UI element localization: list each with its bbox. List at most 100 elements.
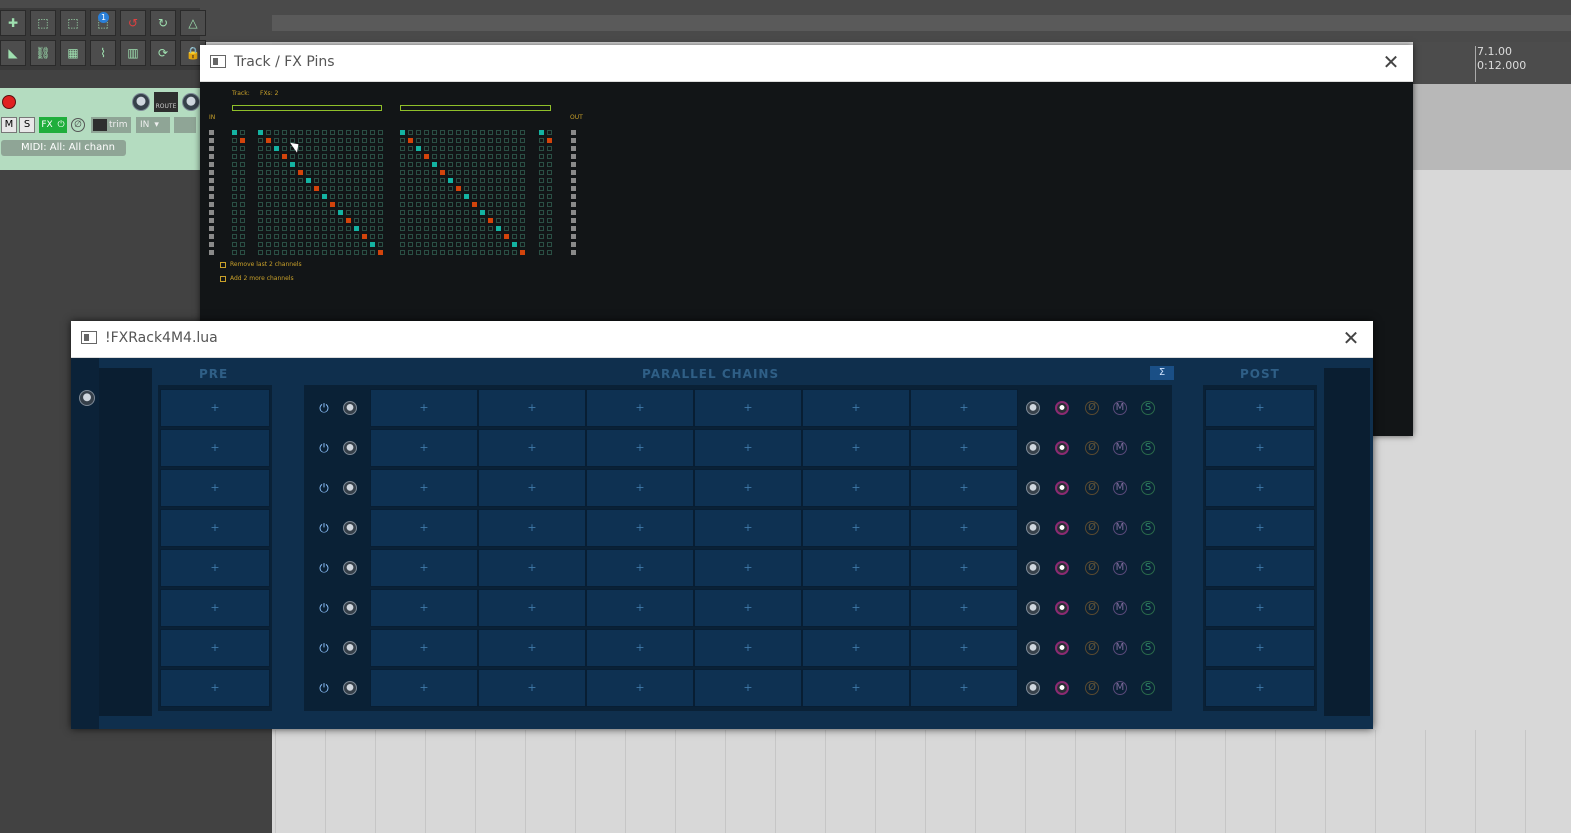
fx1-output-pin[interactable]	[266, 194, 271, 199]
fx1-output-pin[interactable]	[290, 202, 295, 207]
fx1-output-pin[interactable]	[370, 210, 375, 215]
fx2-routing-pin-active[interactable]	[488, 218, 493, 223]
fx1-output-pin[interactable]	[298, 178, 303, 183]
fx2-routing-pin[interactable]	[512, 170, 517, 175]
power-icon[interactable]: ⏻	[317, 521, 331, 535]
mute-icon[interactable]: M	[1113, 561, 1127, 575]
fx1-output-pin[interactable]	[266, 186, 271, 191]
fx2-routing-pin[interactable]	[488, 242, 493, 247]
fx1-output-pin[interactable]	[314, 226, 319, 231]
fx1-output-pin[interactable]	[314, 202, 319, 207]
fx1-output-pin[interactable]	[338, 186, 343, 191]
fx1-output-pin[interactable]	[290, 242, 295, 247]
fx1-input-pin[interactable]	[240, 170, 245, 175]
chain-fx-slot[interactable]: +	[694, 669, 802, 707]
chain-fx-slot[interactable]: +	[586, 509, 694, 547]
close-icon[interactable]: ✕	[1381, 51, 1401, 73]
fx2-routing-pin[interactable]	[464, 146, 469, 151]
fx1-output-pin[interactable]	[354, 178, 359, 183]
fx1-output-pin[interactable]	[354, 242, 359, 247]
fx2-routing-pin[interactable]	[512, 130, 517, 135]
fx2-output-pin[interactable]	[539, 242, 544, 247]
fx1-input-pin[interactable]	[232, 210, 237, 215]
fx1-output-pin[interactable]	[330, 210, 335, 215]
fx2-routing-pin[interactable]	[448, 226, 453, 231]
fx2-routing-pin[interactable]	[488, 130, 493, 135]
fx1-output-pin[interactable]	[290, 234, 295, 239]
fx2-routing-pin[interactable]	[496, 194, 501, 199]
volume-knob-icon[interactable]	[1026, 561, 1040, 575]
fx1-output-pin[interactable]	[298, 154, 303, 159]
chain-fx-slot[interactable]: +	[802, 629, 910, 667]
fx2-routing-pin[interactable]	[480, 250, 485, 255]
fx2-routing-pin[interactable]	[440, 218, 445, 223]
fx2-routing-pin[interactable]	[432, 250, 437, 255]
fx2-routing-pin[interactable]	[400, 170, 405, 175]
fx1-output-pin[interactable]	[354, 218, 359, 223]
chain-volume-knob-icon[interactable]	[343, 601, 357, 615]
fx2-routing-pin[interactable]	[448, 186, 453, 191]
fx1-output-pin[interactable]	[322, 234, 327, 239]
chain-fx-slot[interactable]: +	[478, 589, 586, 627]
fx2-routing-pin[interactable]	[440, 178, 445, 183]
power-icon[interactable]: ⏻	[317, 441, 331, 455]
fx2-routing-pin[interactable]	[472, 218, 477, 223]
fx2-routing-pin[interactable]	[400, 210, 405, 215]
fx2-routing-pin[interactable]	[512, 146, 517, 151]
fx2-routing-pin[interactable]	[520, 234, 525, 239]
fx1-output-pin[interactable]	[354, 234, 359, 239]
fx1-output-pin[interactable]	[362, 202, 367, 207]
chain-fx-slot[interactable]: +	[910, 549, 1018, 587]
fx2-routing-pin[interactable]	[504, 194, 509, 199]
fx1-output-pin[interactable]	[378, 178, 383, 183]
fx1-output-pin[interactable]	[346, 242, 351, 247]
fx2-routing-pin[interactable]	[424, 250, 429, 255]
fx2-routing-pin[interactable]	[520, 194, 525, 199]
track-output-pin[interactable]	[571, 138, 576, 143]
fx1-output-pin[interactable]	[298, 218, 303, 223]
fx2-routing-pin[interactable]	[488, 226, 493, 231]
fx2-routing-pin[interactable]	[520, 138, 525, 143]
fx1-output-pin[interactable]	[258, 202, 263, 207]
fx1-output-pin[interactable]	[258, 242, 263, 247]
fx1-output-pin[interactable]	[298, 226, 303, 231]
track-input-pin[interactable]	[209, 146, 214, 151]
chain-volume-knob-icon[interactable]	[343, 441, 357, 455]
fx2-output-pin[interactable]	[547, 194, 552, 199]
fx1-output-pin[interactable]	[346, 194, 351, 199]
fx2-routing-pin[interactable]	[448, 234, 453, 239]
solo-icon[interactable]: S	[1141, 521, 1155, 535]
mute-icon[interactable]: M	[1113, 481, 1127, 495]
fx2-routing-pin[interactable]	[424, 178, 429, 183]
fx1-output-pin[interactable]	[306, 170, 311, 175]
fx1-output-pin[interactable]	[362, 218, 367, 223]
fx1-output-pin[interactable]	[306, 250, 311, 255]
fx2-routing-pin[interactable]	[448, 170, 453, 175]
fx1-output-pin[interactable]	[258, 170, 263, 175]
chain-fx-slot[interactable]: +	[370, 509, 478, 547]
fx2-routing-pin[interactable]	[472, 250, 477, 255]
fx1-output-pin[interactable]	[282, 170, 287, 175]
fx1-input-pin[interactable]	[232, 194, 237, 199]
track-output-pin[interactable]	[571, 218, 576, 223]
fx2-routing-pin[interactable]	[464, 226, 469, 231]
fx1-output-pin[interactable]	[330, 194, 335, 199]
fx1-output-pin[interactable]	[306, 226, 311, 231]
fx1-output-pin[interactable]	[274, 130, 279, 135]
undo-icon[interactable]: ↺	[120, 10, 146, 36]
track-input-pin[interactable]	[209, 162, 214, 167]
fx2-output-pin[interactable]	[539, 138, 544, 143]
fx1-output-pin[interactable]	[322, 138, 327, 143]
fx1-output-pin-active[interactable]	[370, 242, 375, 247]
fx1-input-pin[interactable]	[232, 242, 237, 247]
pre-fx-slot[interactable]: +	[160, 429, 270, 467]
fx2-routing-pin[interactable]	[424, 226, 429, 231]
fx1-output-pin[interactable]	[322, 130, 327, 135]
fx1-output-pin[interactable]	[346, 162, 351, 167]
fx1-output-pin[interactable]	[362, 226, 367, 231]
fx1-output-pin[interactable]	[370, 186, 375, 191]
fx1-output-pin[interactable]	[314, 146, 319, 151]
fx2-routing-pin[interactable]	[440, 194, 445, 199]
fx2-output-pin[interactable]	[539, 210, 544, 215]
track-input-pin[interactable]	[209, 250, 214, 255]
